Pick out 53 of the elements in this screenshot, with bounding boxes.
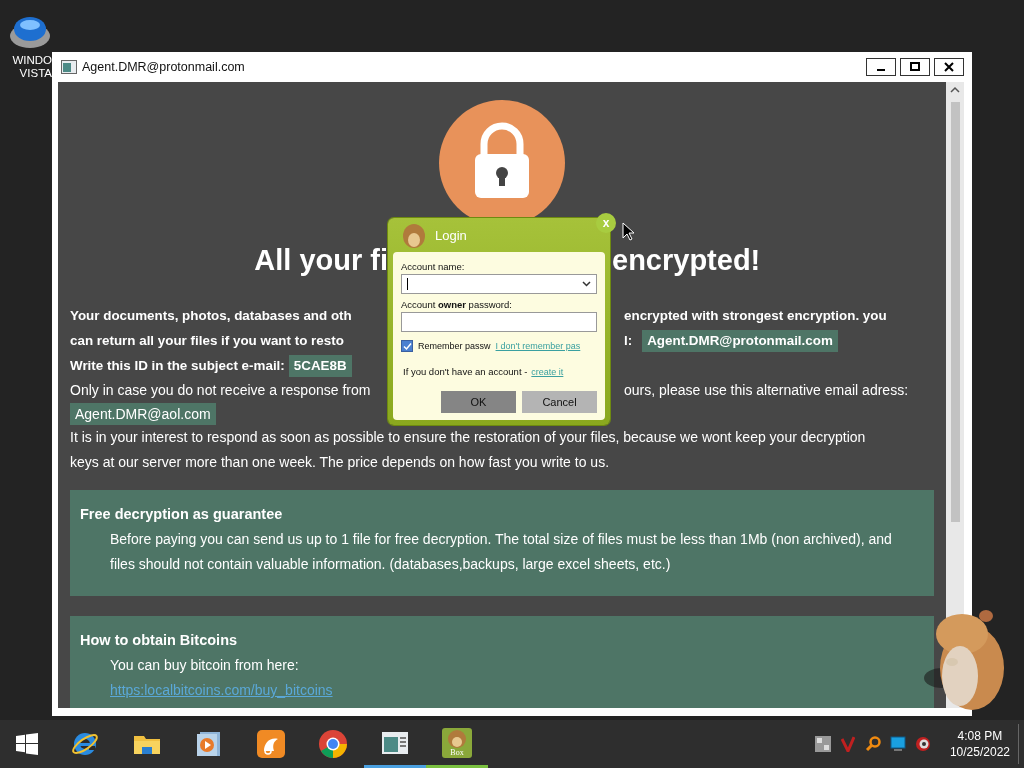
close-icon[interactable] (944, 62, 954, 72)
cancel-button[interactable]: Cancel (522, 391, 597, 413)
start-icon[interactable] (16, 733, 38, 755)
clock-date[interactable]: 10/25/2022 (949, 744, 1010, 760)
check-icon[interactable] (841, 736, 856, 752)
note-text: ours, please use this alternative email adress: (624, 381, 909, 400)
account-combo-field[interactable] (401, 274, 597, 294)
signup-text: If you don't have an account - (403, 366, 528, 377)
clock-time[interactable]: 4:08 PM (957, 728, 1003, 744)
note-text: Only in case you do not receive a response from (70, 382, 371, 398)
note-text: l: (624, 332, 633, 350)
dialog-title: Login (435, 227, 467, 243)
field-label: Account name: (401, 261, 466, 273)
highlighted-text: 5CAE8B (288, 354, 352, 377)
checkbox[interactable] (401, 340, 413, 352)
heading-text: All your fi (254, 245, 388, 276)
close-button[interactable] (934, 58, 964, 76)
orb-icon[interactable] (8, 14, 52, 50)
card-text: Before paying you can send us up to 1 file for free decryption. The total size of files must be less than 1Mb (non archived), and files should not contain valuable information. (databases,backups, large excel sheets, etc.) (109, 530, 893, 574)
password-field[interactable] (401, 312, 597, 332)
app-icon[interactable]: Box (442, 727, 472, 758)
desktop-icon-label[interactable]: VISTA (19, 67, 52, 80)
card-text: You can buy bitcoin from here: (109, 656, 300, 675)
note-text: It is in your interest to respond as soon as possible to ensure the restoration of your files, because we wont keep your decryption keys at our server more than one week. The price depends on how fast you write to us. (70, 428, 867, 472)
magnifier-icon[interactable] (865, 736, 882, 752)
ok-button[interactable]: OK (441, 391, 516, 413)
chrome-icon[interactable] (318, 729, 348, 759)
highlighted-text: Agent.DMR@aol.com (70, 403, 216, 425)
cursor-icon (622, 222, 634, 241)
note-text: Your documents, photos, databases and oth (70, 308, 352, 323)
chevron-down-icon[interactable] (582, 281, 591, 287)
monitor-icon[interactable] (890, 736, 907, 752)
note-text: Write this ID in the subject e-mail: (70, 357, 285, 375)
desktop-icon-label[interactable]: WINDO (12, 54, 52, 67)
checkbox-label[interactable]: Remember passw (418, 341, 491, 351)
maximize-icon[interactable] (910, 62, 920, 72)
grid-icon[interactable] (815, 736, 832, 752)
heading-text: encrypted! (612, 245, 761, 276)
minimize-button[interactable] (866, 58, 896, 76)
forgot-password-link[interactable]: I don't remember pas (495, 341, 581, 351)
maximize-button[interactable] (900, 58, 930, 76)
field-label: Account owner password: (401, 299, 513, 311)
taskbar-button[interactable]: Box (426, 720, 488, 768)
highlighted-text: Agent.DMR@protonmail.com (642, 329, 838, 352)
create-account-link[interactable]: create it (531, 366, 564, 377)
window-title: Agent.DMR@protonmail.com (82, 60, 245, 74)
app-window-icon (61, 60, 77, 74)
card-title: How to obtain Bitcoins (80, 631, 239, 650)
scrollbar-thumb[interactable] (950, 102, 960, 522)
speaker-icon[interactable] (915, 736, 932, 752)
card-title: Free decryption as guarantee (80, 505, 284, 524)
note-text: can return all your files if you want to resto (70, 333, 344, 348)
note-text: encrypted with strongest encryption. you (624, 307, 887, 325)
